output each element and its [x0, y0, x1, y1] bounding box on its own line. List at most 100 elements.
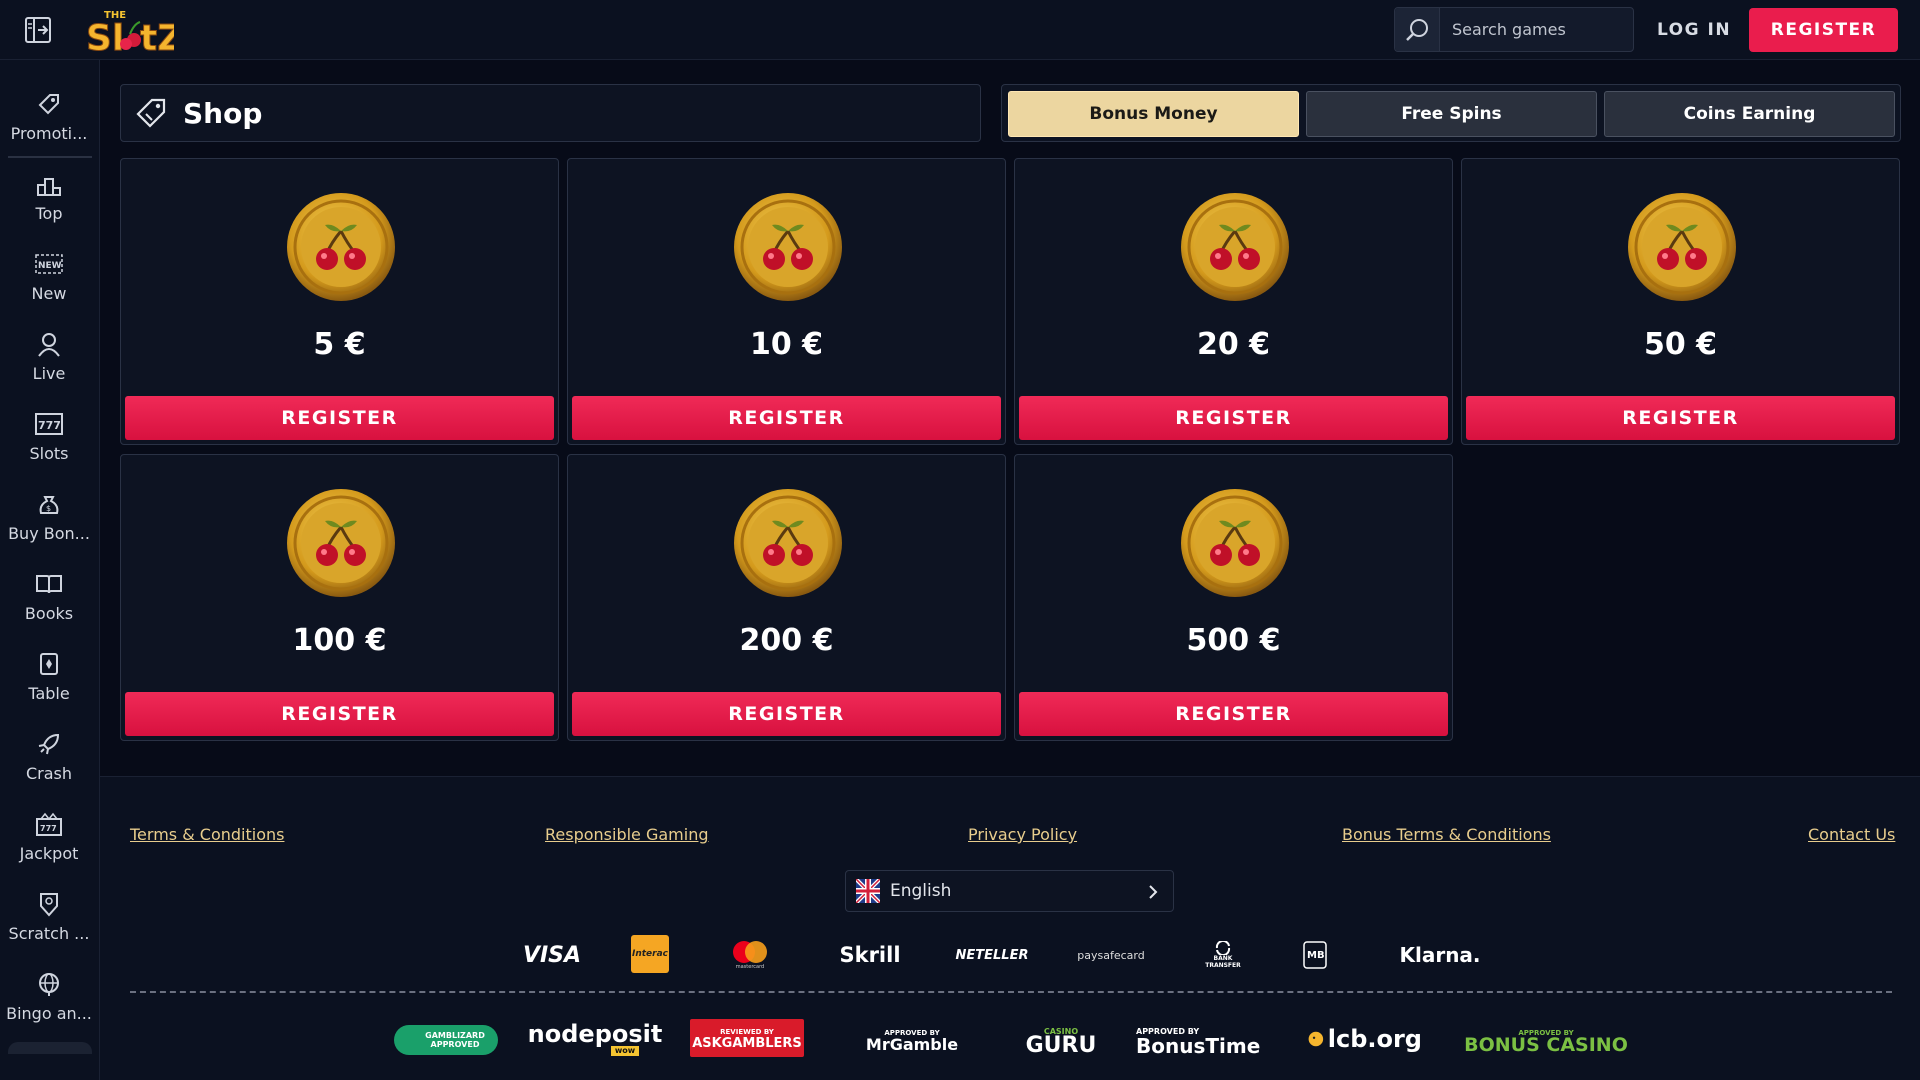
tag-icon	[133, 95, 169, 131]
slot-777-icon: 777	[35, 410, 63, 438]
mastercard-logo: mastercard	[728, 935, 772, 975]
bonus-casino-logo: APPROVED BY BONUS CASINO	[1458, 1019, 1634, 1059]
rocket-icon	[35, 730, 63, 758]
cherry-coin-icon	[1179, 487, 1291, 599]
footer-link-privacy[interactable]: Privacy Policy	[968, 825, 1077, 844]
page-title: Shop	[183, 96, 263, 130]
cherry-coin-icon	[1179, 191, 1291, 303]
sidebar: Promoti... Top NEW New Live 777 Slots $ …	[0, 60, 100, 1080]
tab-free-spins[interactable]: Free Spins	[1306, 91, 1597, 137]
sidebar-item-label: New	[31, 284, 67, 303]
card-register-button[interactable]: REGISTER	[1019, 396, 1448, 440]
sidebar-item-bingo[interactable]: Bingo an...	[0, 966, 98, 1038]
sidebar-item-live[interactable]: Live	[0, 326, 98, 398]
cherry-coin-icon	[732, 487, 844, 599]
sidebar-item-jackpot[interactable]: 777 Jackpot	[0, 806, 98, 878]
sidebar-item-slots[interactable]: 777 Slots	[0, 406, 98, 478]
casino-guru-label: GURU	[1025, 1033, 1097, 1058]
cherry-coin-icon	[285, 487, 397, 599]
mrgamble-label: MrGamble	[865, 1035, 959, 1054]
card-register-button[interactable]: REGISTER	[1466, 396, 1895, 440]
jackpot-icon: 777	[35, 810, 63, 838]
site-logo[interactable]: THE Sl tZ	[82, 4, 184, 60]
sidebar-item-new[interactable]: NEW New	[0, 246, 98, 318]
globe-icon	[35, 970, 63, 998]
sidebar-item-label: Books	[24, 604, 74, 623]
svg-text:777: 777	[38, 419, 61, 432]
shop-card: 10 € REGISTER	[567, 158, 1006, 445]
sidebar-item-label: Bingo an...	[6, 1004, 92, 1023]
casino-guru-logo: CASINO GURU	[1024, 1019, 1098, 1059]
sidebar-item-label: Live	[32, 364, 66, 383]
sidebar-item-label: Scratch ...	[8, 924, 90, 943]
cherry-coin-icon	[1626, 191, 1738, 303]
bonus-casino-label: BONUS CASINO	[1464, 1034, 1628, 1056]
scratch-icon	[35, 890, 63, 918]
sidebar-item-label: Buy Bon...	[8, 524, 90, 543]
tab-coins-earning[interactable]: Coins Earning	[1604, 91, 1895, 137]
search-icon[interactable]	[1395, 8, 1440, 51]
sidebar-item-promotions[interactable]: Promoti...	[0, 86, 98, 158]
mastercard-label: mastercard	[735, 964, 765, 970]
footer-divider	[130, 991, 1892, 993]
shop-card: 100 € REGISTER	[120, 454, 559, 741]
footer-link-terms[interactable]: Terms & Conditions	[130, 825, 284, 844]
bonus-amount: 500 €	[1186, 623, 1281, 658]
sidebar-item-crash[interactable]: Crash	[0, 726, 98, 798]
sidebar-item-label: Promoti...	[10, 124, 88, 143]
sidebar-scroll-indicator[interactable]	[8, 1042, 92, 1054]
sidebar-item-table[interactable]: Table	[0, 646, 98, 718]
card-register-button[interactable]: REGISTER	[125, 396, 554, 440]
bank-transfer-logo: BANK TRANSFER	[1200, 935, 1246, 975]
bonustime-label: BonusTime	[1136, 1034, 1261, 1058]
sidebar-item-books[interactable]: Books	[0, 566, 98, 638]
card-register-button[interactable]: REGISTER	[572, 692, 1001, 736]
sidebar-item-top[interactable]: Top	[0, 166, 98, 238]
bonus-amount: 100 €	[292, 623, 387, 658]
footer-link-contact[interactable]: Contact Us	[1808, 825, 1895, 844]
sidebar-item-label: Top	[35, 204, 63, 223]
podium-icon	[35, 170, 63, 198]
shop-card: 200 € REGISTER	[567, 454, 1006, 741]
gamblizard-logo: GAMBLIZARD APPROVED	[394, 1025, 498, 1055]
footer: Terms & Conditions Responsible Gaming Pr…	[100, 776, 1920, 1080]
language-select[interactable]: English	[845, 870, 1174, 912]
bonus-amount: 5 €	[313, 327, 366, 362]
bonus-amount: 10 €	[749, 327, 824, 362]
tab-bonus-money[interactable]: Bonus Money	[1008, 91, 1299, 137]
book-icon	[35, 570, 63, 598]
footer-link-responsible-gaming[interactable]: Responsible Gaming	[545, 825, 709, 844]
visa-logo: VISA	[522, 942, 582, 968]
shop-tabs: Bonus Money Free Spins Coins Earning	[1001, 84, 1901, 142]
sidebar-toggle-icon[interactable]	[22, 14, 54, 46]
search-box[interactable]	[1394, 7, 1634, 52]
cherry-coin-icon	[285, 191, 397, 303]
sidebar-item-scratch[interactable]: Scratch ...	[0, 886, 98, 958]
shop-header: Shop	[120, 84, 981, 142]
mrgamble-logo: APPROVED BY MrGamble	[844, 1019, 980, 1059]
new-badge-icon: NEW	[35, 250, 63, 278]
login-button[interactable]: LOG IN	[1648, 10, 1740, 50]
card-register-button[interactable]: REGISTER	[1019, 692, 1448, 736]
lcb-label: lcb.org	[1327, 1025, 1422, 1053]
card-register-button[interactable]: REGISTER	[572, 396, 1001, 440]
cards-icon	[35, 650, 63, 678]
sidebar-divider	[8, 156, 92, 158]
footer-link-bonus-terms[interactable]: Bonus Terms & Conditions	[1342, 825, 1551, 844]
klarna-logo: Klarna.	[1399, 943, 1481, 967]
sidebar-item-label: Slots	[29, 444, 69, 463]
svg-text:777: 777	[40, 824, 57, 833]
shop-card: 5 € REGISTER	[120, 158, 559, 445]
register-button[interactable]: REGISTER	[1749, 8, 1898, 52]
bank-transfer-label: BANK TRANSFER	[1205, 955, 1241, 969]
search-input[interactable]	[1440, 20, 1630, 39]
askgamblers-label: ASKGAMBLERS	[692, 1036, 802, 1051]
shop-card: 500 € REGISTER	[1014, 454, 1453, 741]
nodeposit-wow-label: wow	[610, 1046, 640, 1056]
interac-logo: Interac	[631, 935, 669, 973]
language-label: English	[890, 881, 952, 901]
sidebar-item-label: Table	[28, 684, 70, 703]
sidebar-item-buy-bonus[interactable]: $ Buy Bon...	[0, 486, 98, 558]
card-register-button[interactable]: REGISTER	[125, 692, 554, 736]
shop-card: 20 € REGISTER	[1014, 158, 1453, 445]
